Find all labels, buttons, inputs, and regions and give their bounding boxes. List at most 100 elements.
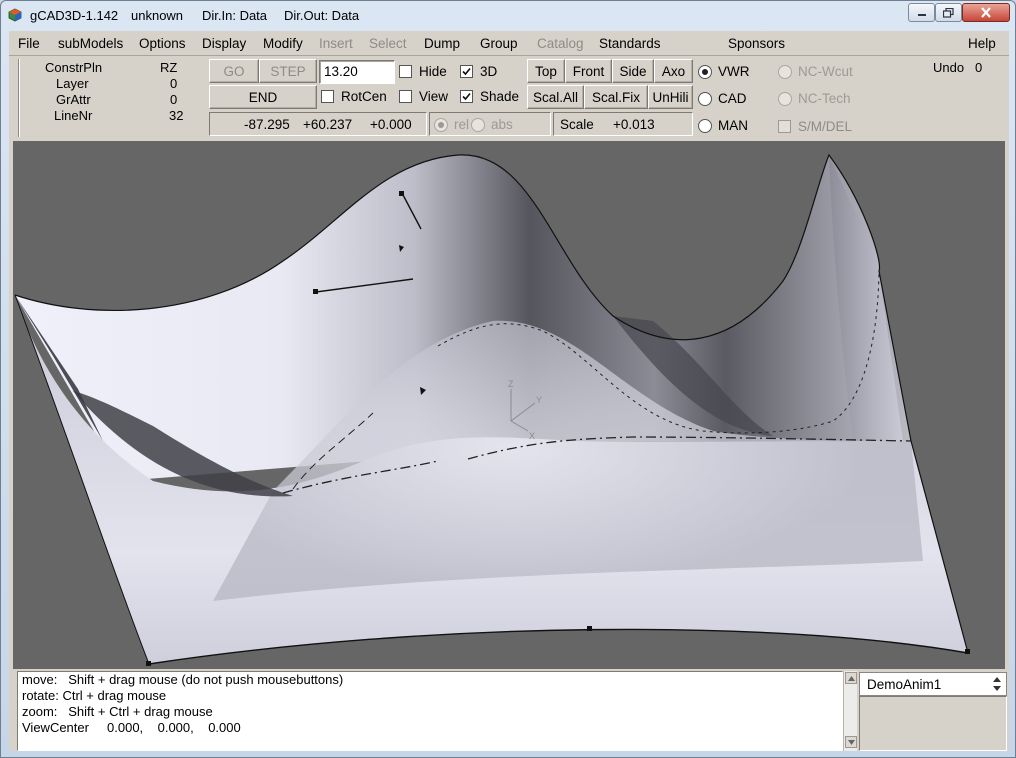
menu-modify[interactable]: Modify [263, 36, 303, 51]
close-icon [981, 7, 991, 18]
demo-panel [859, 696, 1007, 751]
man-radio-dot[interactable] [698, 118, 712, 133]
menu-bar: File subModels Options Display Modify In… [9, 31, 1009, 55]
menu-group[interactable]: Group [480, 36, 518, 51]
hide-checkbox-box[interactable] [399, 65, 412, 78]
cad-radio[interactable]: CAD [698, 91, 747, 106]
3d-checkbox-label: 3D [480, 64, 498, 79]
view-checkbox[interactable]: View [399, 89, 448, 104]
scroll-down-button[interactable] [845, 736, 857, 748]
nc-tech-radio-dot[interactable] [778, 91, 792, 106]
coord-y: +60.237 [303, 117, 353, 132]
grattr-label: GrAttr [56, 92, 91, 107]
message-box[interactable]: move: Shift + drag mouse (do not push mo… [17, 671, 843, 751]
scale-fix-button[interactable]: Scal.Fix [584, 85, 648, 109]
maximize-button[interactable] [935, 3, 962, 22]
layer-value: 0 [170, 76, 178, 91]
scale-label: Scale [560, 117, 594, 132]
side-view-button[interactable]: Side [612, 59, 654, 83]
cad-radio-label: CAD [718, 91, 747, 106]
nc-tech-radio-label: NC-Tech [798, 91, 851, 106]
shade-checkbox-box[interactable] [460, 90, 473, 103]
vwr-radio[interactable]: VWR [698, 64, 750, 79]
rotcen-checkbox[interactable]: RotCen [321, 89, 387, 104]
nc-wcut-radio-dot[interactable] [778, 64, 792, 79]
surface-render: Z Y X [14, 153, 970, 666]
check-icon [462, 67, 471, 76]
menu-standards[interactable]: Standards [599, 36, 661, 51]
menu-sponsors[interactable]: Sponsors [728, 36, 785, 51]
minimize-icon [917, 13, 926, 16]
shade-checkbox-label: Shade [480, 89, 520, 104]
coord-z: +0.000 [370, 117, 412, 132]
point-marker-2 [313, 289, 318, 294]
step-button[interactable]: STEP [259, 59, 317, 83]
constrpln-value: RZ [160, 60, 178, 75]
hide-checkbox[interactable]: Hide [399, 64, 447, 79]
menu-help[interactable]: Help [968, 36, 996, 51]
minimize-button[interactable] [908, 3, 935, 22]
menu-select[interactable]: Select [369, 36, 407, 51]
view-checkbox-box[interactable] [399, 90, 412, 103]
unhili-button[interactable]: UnHili [648, 85, 693, 109]
maximize-icon [943, 7, 954, 18]
man-radio[interactable]: MAN [698, 118, 748, 133]
demo-select-value: DemoAnim1 [867, 676, 942, 692]
message-scrollbar[interactable] [843, 671, 857, 751]
menu-insert[interactable]: Insert [319, 36, 353, 51]
panel-separator [18, 59, 20, 137]
3d-checkbox-box[interactable] [460, 65, 473, 78]
message-line: move: Shift + drag mouse (do not push mo… [22, 672, 344, 687]
rel-radio-dot[interactable] [434, 117, 448, 132]
menu-submodels[interactable]: subModels [58, 36, 123, 51]
scale-all-button[interactable]: Scal.All [527, 85, 584, 109]
front-view-button[interactable]: Front [565, 59, 612, 83]
menu-dump[interactable]: Dump [424, 36, 460, 51]
gcad-app-icon [8, 8, 22, 22]
abs-radio-label: abs [491, 117, 513, 132]
rel-radio-label: rel [454, 117, 470, 132]
nc-tech-radio[interactable]: NC-Tech [778, 91, 851, 106]
rotcen-checkbox-box[interactable] [321, 90, 334, 103]
spin-arrows-icon[interactable] [990, 675, 1004, 693]
linenr-label: LineNr [54, 108, 93, 123]
arrow-down-icon [847, 739, 855, 745]
menu-options[interactable]: Options [139, 36, 186, 51]
smdel-checkbox-box[interactable] [778, 120, 791, 133]
abs-radio-dot[interactable] [471, 117, 485, 132]
dir-in: Dir.In: Data [202, 8, 268, 23]
end-button[interactable]: END [209, 85, 317, 109]
scroll-up-button[interactable] [845, 672, 857, 684]
graphics-viewport[interactable]: Z Y X [13, 141, 1005, 669]
top-view-button[interactable]: Top [527, 59, 565, 83]
vwr-radio-dot[interactable] [698, 64, 712, 79]
constrpln-label: ConstrPln [45, 60, 103, 75]
cad-radio-dot[interactable] [698, 91, 712, 106]
menu-file[interactable]: File [18, 36, 40, 51]
nc-wcut-radio[interactable]: NC-Wcut [778, 64, 853, 79]
grattr-value: 0 [170, 92, 178, 107]
value-entry[interactable]: 13.20 [319, 60, 395, 84]
close-button[interactable] [962, 3, 1010, 22]
undo-label: Undo [933, 60, 965, 75]
title-bar[interactable]: gCAD3D-1.142 unknown Dir.In: Data Dir.Ou… [1, 1, 1015, 30]
undo-count: 0 [975, 60, 983, 75]
rel-radio[interactable]: rel [434, 117, 469, 132]
abs-radio[interactable]: abs [471, 117, 513, 132]
scale-value: +0.013 [613, 117, 655, 132]
rotcen-checkbox-label: RotCen [341, 89, 387, 104]
smdel-checkbox-label: S/M/DEL [798, 119, 853, 134]
3d-checkbox[interactable]: 3D [460, 64, 497, 79]
axo-view-button[interactable]: Axo [654, 59, 693, 83]
vwr-radio-label: VWR [718, 64, 750, 79]
shade-checkbox[interactable]: Shade [460, 89, 519, 104]
view-checkbox-label: View [419, 89, 449, 104]
smdel-checkbox[interactable]: S/M/DEL [778, 119, 852, 134]
linenr-value: 32 [169, 108, 184, 123]
axis-label-x: X [529, 431, 535, 441]
dir-out: Dir.Out: Data [284, 8, 360, 23]
demo-select[interactable]: DemoAnim1 [859, 672, 1007, 696]
go-button[interactable]: GO [209, 59, 259, 83]
menu-display[interactable]: Display [202, 36, 246, 51]
menu-catalog[interactable]: Catalog [537, 36, 584, 51]
